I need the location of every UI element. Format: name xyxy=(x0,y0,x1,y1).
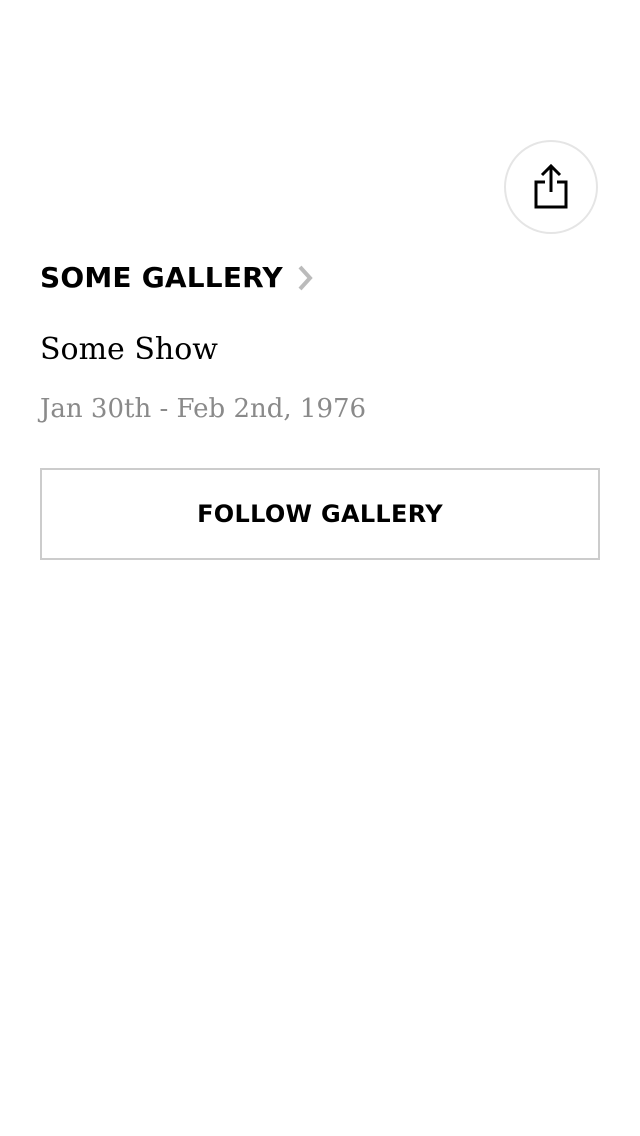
follow-gallery-label: FOLLOW GALLERY xyxy=(197,500,443,528)
gallery-name: SOME GALLERY xyxy=(40,261,283,294)
show-title: Some Show xyxy=(40,332,218,367)
show-header-screen: SOME GALLERY Some Show Jan 30th - Feb 2n… xyxy=(0,0,640,1136)
share-icon xyxy=(533,164,569,210)
chevron-right-icon xyxy=(297,264,313,292)
show-dates: Jan 30th - Feb 2nd, 1976 xyxy=(40,394,367,424)
follow-gallery-button[interactable]: FOLLOW GALLERY xyxy=(40,468,600,560)
share-button[interactable] xyxy=(504,140,598,234)
gallery-link[interactable]: SOME GALLERY xyxy=(40,256,313,300)
